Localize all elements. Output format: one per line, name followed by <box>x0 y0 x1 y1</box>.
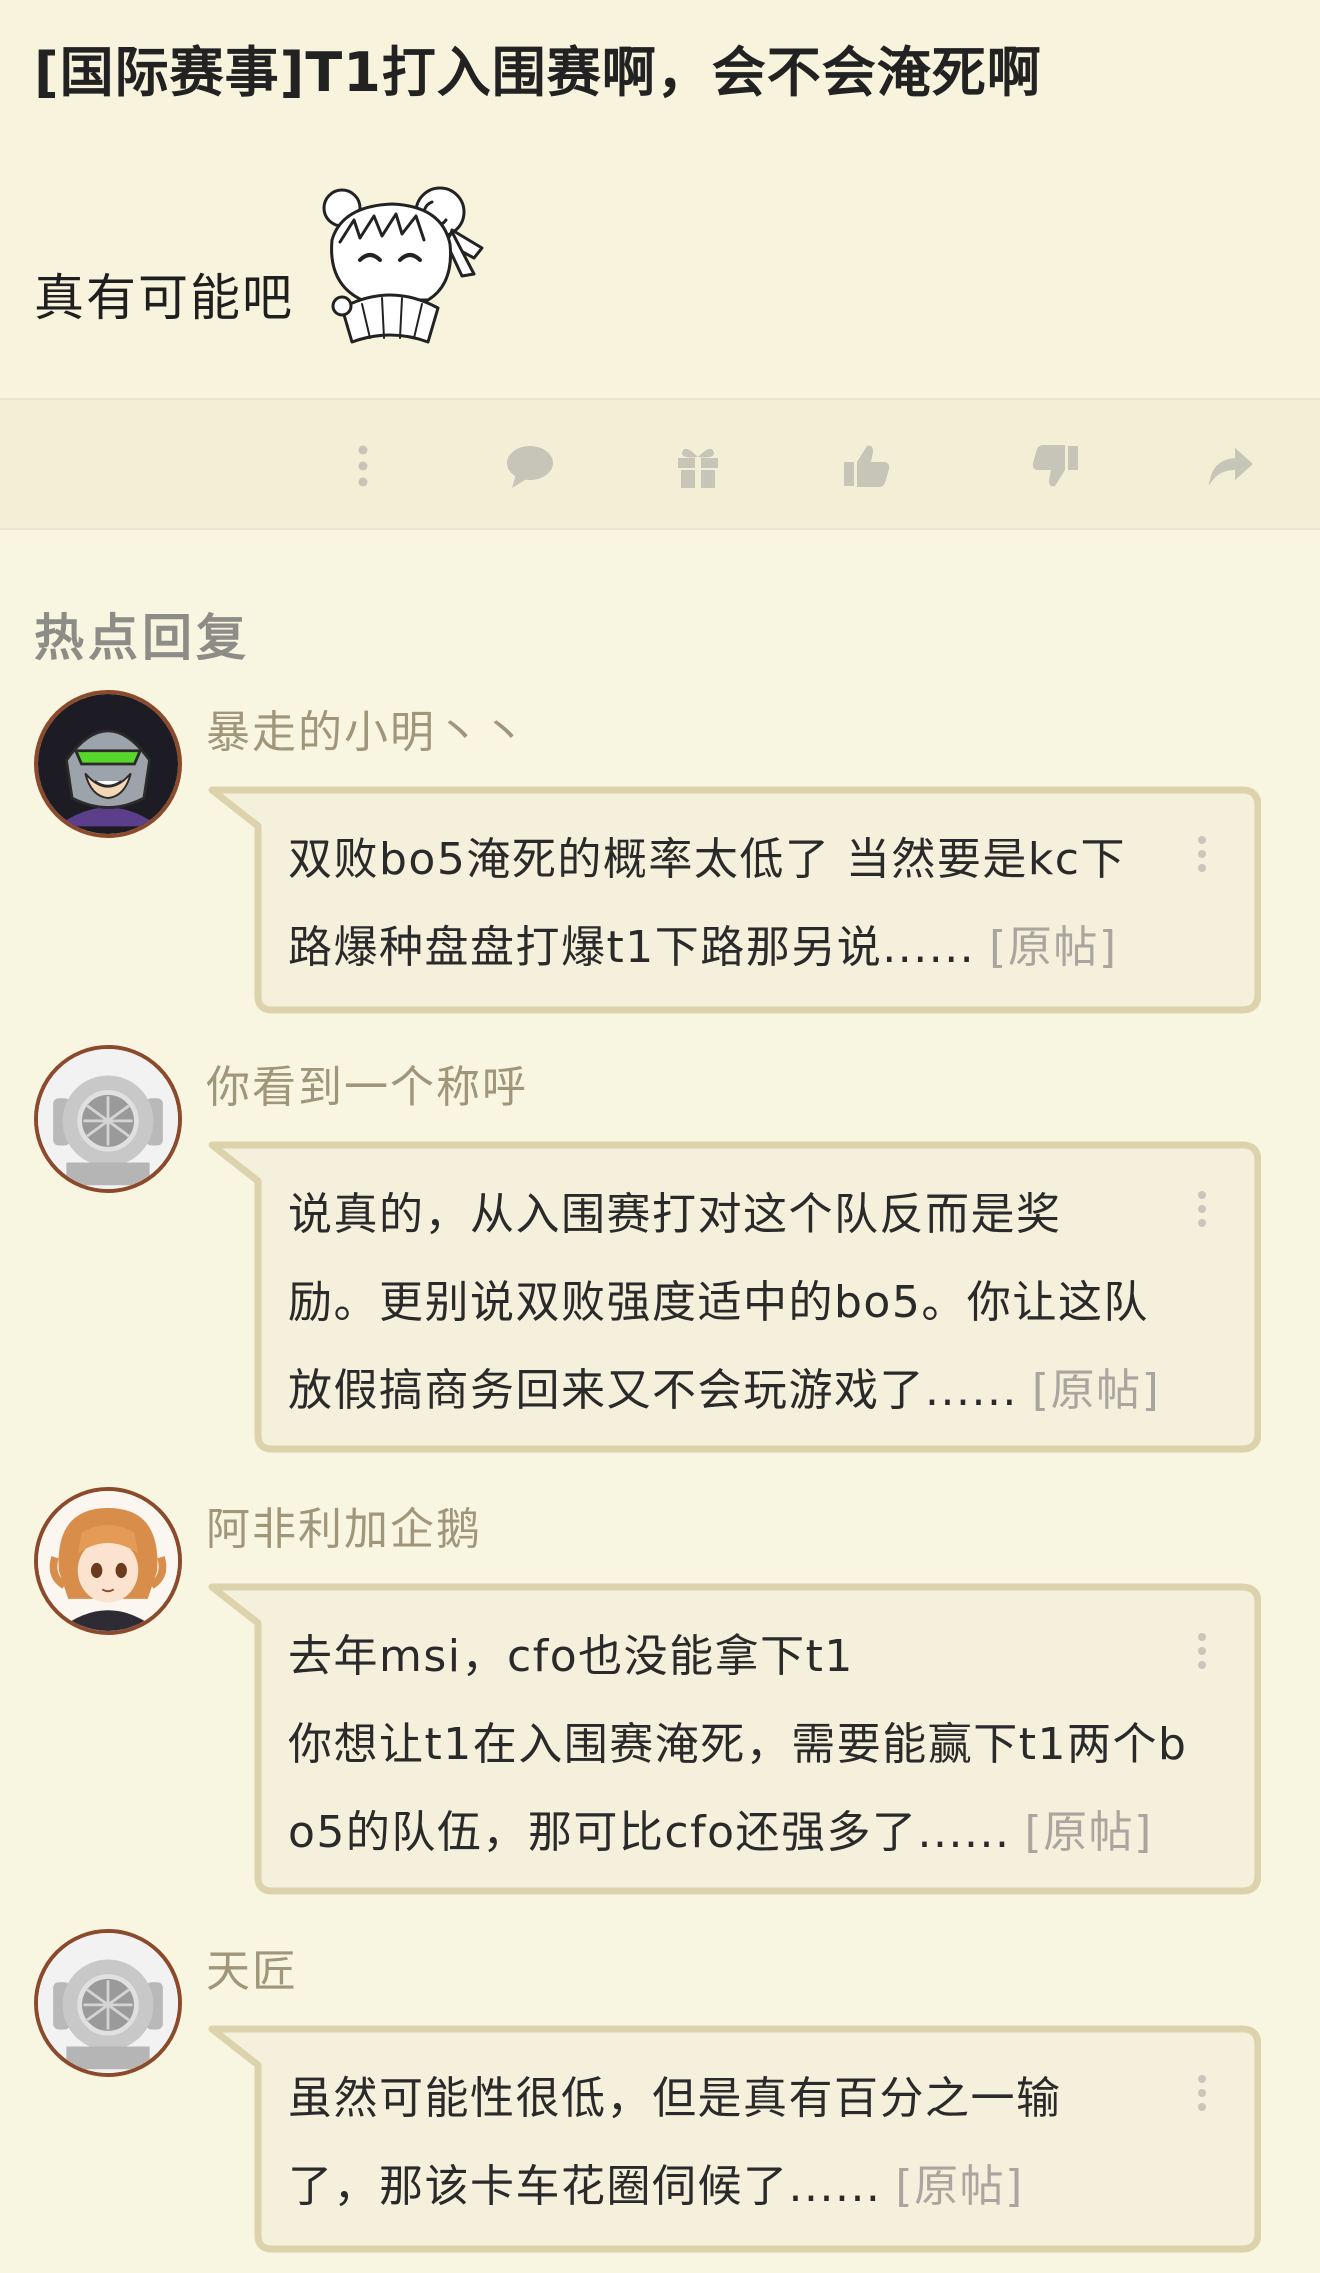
post-title: [国际赛事]T1打入围赛啊，会不会淹死啊 <box>34 41 1042 104</box>
gift-button[interactable] <box>670 438 726 494</box>
avatar[interactable] <box>34 1929 182 2077</box>
reply-more-button[interactable] <box>1195 1187 1209 1231</box>
diving-helmet-avatar-icon <box>38 1933 178 2073</box>
reply-username[interactable]: 天匠 <box>206 1935 298 1999</box>
original-post-link[interactable]: [原帖] <box>1024 1807 1152 1858</box>
comment-icon <box>507 446 553 488</box>
reply-line: 双败bo5淹死的概率太低了 当然要是kc下 <box>288 834 1127 885</box>
reply-line: o5的队伍，那可比cfo还强多了...... <box>288 1807 1011 1858</box>
reply-more-button[interactable] <box>1195 1629 1209 1673</box>
gift-icon <box>678 448 718 488</box>
reply-bubble: 去年msi，cfo也没能拿下t1 你想让t1在入围赛淹死，需要能赢下t1两个b … <box>208 1579 1261 1901</box>
more-icon <box>358 445 368 487</box>
reply-item: 你看到一个称呼 说真的，从入围赛打对这个队反而是奖 励。更别说双败强度适中的bo… <box>0 1045 1320 1457</box>
reply-username[interactable]: 阿非利加企鹅 <box>206 1493 482 1557</box>
like-button[interactable] <box>838 438 894 494</box>
reply-content: 说真的，从入围赛打对这个队反而是奖 励。更别说双败强度适中的bo5。你让这队 放… <box>288 1171 1203 1435</box>
avatar[interactable] <box>34 1045 182 1193</box>
reply-username[interactable]: 暴走的小明丶丶 <box>206 696 528 760</box>
reply-item: 暴走的小明丶丶 双败bo5淹死的概率太低了 当然要是kc下 路爆种盘盘打爆t1下… <box>0 690 1320 1020</box>
reply-more-button[interactable] <box>1195 832 1209 876</box>
hot-replies-heading: 热点回复 <box>34 609 250 667</box>
reply-line: 你想让t1在入围赛淹死，需要能赢下t1两个b <box>288 1719 1188 1770</box>
dislike-button[interactable] <box>1028 438 1084 494</box>
reply-line: 放假搞商务回来又不会玩游戏了...... <box>288 1365 1018 1416</box>
original-post-link[interactable]: [原帖] <box>989 922 1117 973</box>
reply-item: 天匠 虽然可能性很低，但是真有百分之一输 了，那该卡车花圈伺候了...... [原… <box>0 1929 1320 2269</box>
original-post-link[interactable]: [原帖] <box>895 2161 1023 2212</box>
laughing-girl-sticker-icon <box>302 180 487 345</box>
reply-line: 虽然可能性很低，但是真有百分之一输 <box>288 2073 1062 2124</box>
avatar[interactable] <box>34 1487 182 1635</box>
divider <box>0 528 1320 530</box>
avatar[interactable] <box>34 690 182 838</box>
reply-line: 了，那该卡车花圈伺候了...... <box>288 2161 882 2212</box>
anime-girl-avatar-icon <box>38 1491 178 1631</box>
reply-line: 去年msi，cfo也没能拿下t1 <box>288 1631 854 1682</box>
robot-helmet-avatar-icon <box>38 694 178 834</box>
original-post-link[interactable]: [原帖] <box>1032 1365 1160 1416</box>
reply-line: 路爆种盘盘打爆t1下路那另说...... <box>288 922 976 973</box>
reply-content: 双败bo5淹死的概率太低了 当然要是kc下 路爆种盘盘打爆t1下路那另说....… <box>288 816 1203 992</box>
post-header: [国际赛事]T1打入围赛啊，会不会淹死啊 真有可能吧 <box>0 0 1320 398</box>
more-options-button[interactable] <box>335 438 391 494</box>
share-button[interactable] <box>1203 438 1259 494</box>
reply-item: 阿非利加企鹅 去年msi，cfo也没能拿下t1 你想让t1在入围赛淹死，需要能赢… <box>0 1487 1320 1899</box>
post-body-text: 真有可能吧 <box>34 269 294 327</box>
comment-button[interactable] <box>502 438 558 494</box>
reply-content: 去年msi，cfo也没能拿下t1 你想让t1在入围赛淹死，需要能赢下t1两个b … <box>288 1613 1203 1877</box>
reply-bubble: 说真的，从入围赛打对这个队反而是奖 励。更别说双败强度适中的bo5。你让这队 放… <box>208 1137 1261 1459</box>
reply-content: 虽然可能性很低，但是真有百分之一输 了，那该卡车花圈伺候了...... [原帖] <box>288 2055 1203 2231</box>
share-icon <box>1209 448 1253 486</box>
action-bar <box>0 400 1320 528</box>
reply-bubble: 虽然可能性很低，但是真有百分之一输 了，那该卡车花圈伺候了...... [原帖] <box>208 2021 1261 2259</box>
thumbs-down-icon <box>1032 445 1078 487</box>
reply-line: 说真的，从入围赛打对这个队反而是奖 <box>288 1189 1062 1240</box>
reply-more-button[interactable] <box>1195 2071 1209 2115</box>
thumbs-up-icon <box>844 445 890 487</box>
reply-bubble: 双败bo5淹死的概率太低了 当然要是kc下 路爆种盘盘打爆t1下路那另说....… <box>208 782 1261 1020</box>
reply-username[interactable]: 你看到一个称呼 <box>206 1051 528 1115</box>
reply-line: 励。更别说双败强度适中的bo5。你让这队 <box>288 1277 1149 1328</box>
diving-helmet-avatar-icon <box>38 1049 178 1189</box>
